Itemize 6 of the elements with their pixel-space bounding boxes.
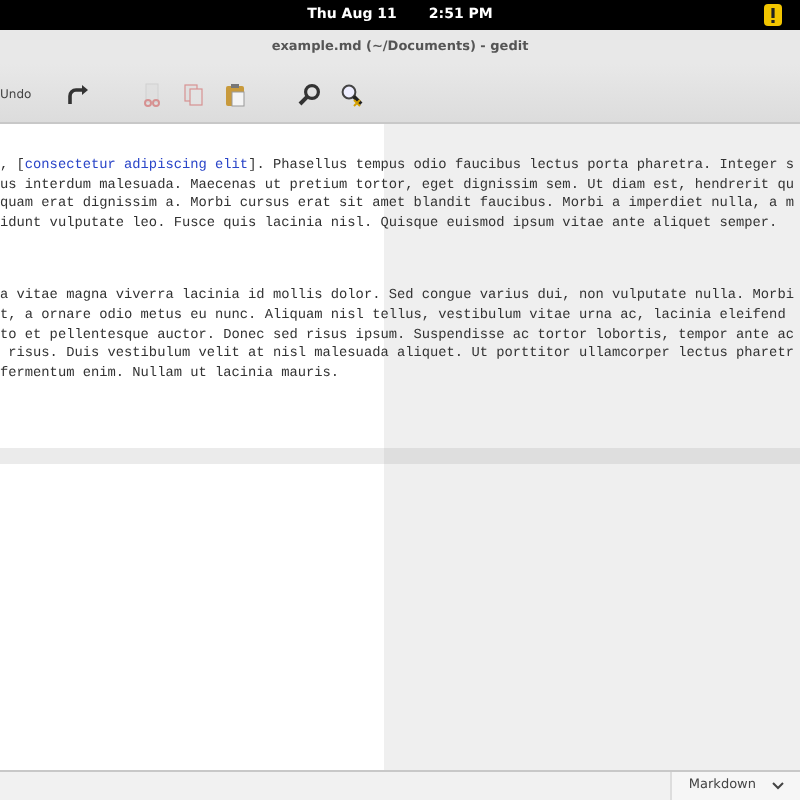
redo-arrow-icon[interactable] [63, 82, 90, 108]
search-icon[interactable] [295, 82, 322, 108]
clipboard-icon[interactable] [221, 82, 248, 108]
caret-icon [772, 782, 784, 790]
find-replace-icon[interactable] [337, 82, 364, 108]
warning-icon[interactable] [764, 4, 782, 26]
